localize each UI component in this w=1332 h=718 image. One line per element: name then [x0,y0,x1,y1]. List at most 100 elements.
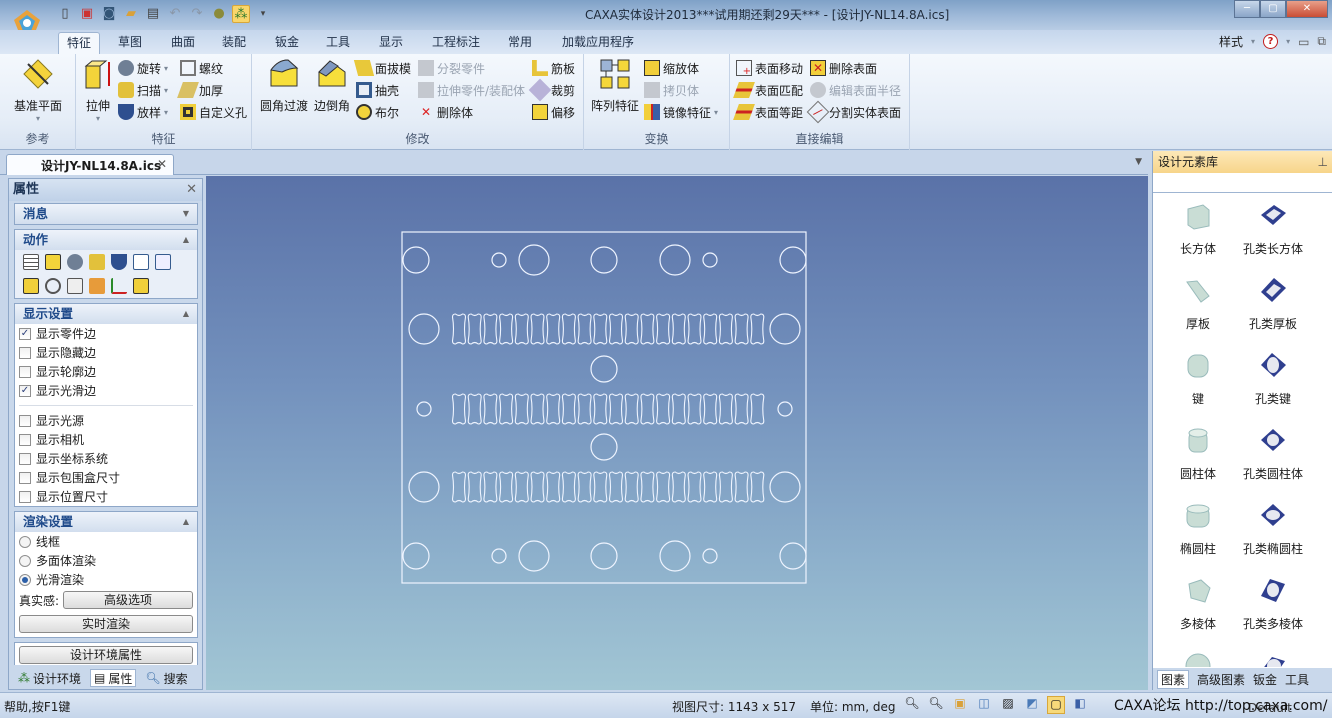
thread-button[interactable]: 螺纹 [180,58,223,78]
draft-face-button[interactable]: 面拔模 [353,58,411,78]
render-wireframe[interactable]: 线框 [15,532,197,551]
hole-action-icon[interactable] [23,278,39,294]
option-show-smooth-edges[interactable]: ✓ 显示光滑边 [15,381,197,400]
curve-icon[interactable] [155,254,171,270]
checkbox[interactable]: ✓ [19,327,31,340]
section-message-header[interactable]: 消息 ▼ [15,204,197,224]
section-render-header[interactable]: 渲染设置 ▲ [15,512,197,532]
checkbox[interactable] [19,490,31,503]
help-icon[interactable]: ? [1263,34,1279,49]
edit-sketch-icon[interactable] [133,254,149,270]
tab-display[interactable]: 显示 [371,32,411,54]
tab-sketch[interactable]: 草图 [110,32,150,54]
chamfer-button[interactable]: 边倒角 [312,58,352,114]
checkbox[interactable] [19,365,31,378]
tab-sheet-metal[interactable]: 钣金 [1253,671,1277,688]
table-icon[interactable] [67,278,83,294]
view-cube-icon[interactable]: ◫ [975,696,993,714]
tab-annotation[interactable]: 工程标注 [424,32,488,54]
split-face-button[interactable]: / 分割实体表面 [806,100,901,124]
orientation-icon[interactable]: ▣ [951,696,969,714]
tab-advanced-primitives[interactable]: 高级图素 [1197,671,1245,688]
library-item-hole-box[interactable]: 孔类长方体 [1228,201,1318,257]
thicken-button[interactable]: 加厚 [177,80,223,100]
library-item-hole-key[interactable]: 孔类键 [1228,351,1318,407]
tab-primitives[interactable]: 图素 [1157,669,1190,689]
library-item-hole-elliptic-cylinder[interactable]: 孔类椭圆柱 [1228,501,1318,557]
extrude-action-icon[interactable] [45,254,61,270]
checkbox[interactable] [19,471,31,484]
checkbox[interactable] [19,433,31,446]
shading-icon[interactable]: ◧ [1071,696,1089,714]
new-design-icon[interactable]: ◙ [100,5,118,23]
library-item-hole-prism[interactable]: 孔类多棱体 [1228,576,1318,632]
trim-button[interactable]: 裁剪 [528,78,575,102]
boolean-button[interactable]: 布尔 [356,102,399,122]
parts-icon[interactable] [89,278,105,294]
3d-viewport[interactable] [206,176,1148,690]
option-show-part-edges[interactable]: ✓ 显示零件边 [15,324,197,343]
tab-assembly[interactable]: 装配 [214,32,254,54]
save-icon[interactable]: ▤ [144,5,162,23]
ribbon-minimize-icon[interactable]: ▭ [1298,35,1309,49]
tools-icon[interactable]: ● [210,5,228,23]
pattern-button[interactable]: 阵列特征 [590,58,640,114]
section-actions-header[interactable]: 动作 ▲ [15,230,197,250]
option-show-position-dimensions[interactable]: 显示位置尺寸 [15,487,197,506]
style-dropdown-icon[interactable]: ▾ [1251,37,1255,46]
tab-addins[interactable]: 加载应用程序 [554,32,642,54]
radio-button[interactable] [19,535,31,548]
design-tree-icon[interactable]: ⁂ [232,5,250,23]
new-icon[interactable]: ▯ [56,5,74,23]
option-show-lights[interactable]: 显示光源 [15,411,197,430]
tab-properties[interactable]: ▤ 属性 [90,669,137,687]
copy-body-button[interactable]: 拷贝体 [644,80,699,100]
extrude-part-button[interactable]: 拉伸零件/装配体 [418,80,525,100]
tab-feature[interactable]: 特征 [58,32,101,54]
library-item-hole-sphere[interactable] [1228,651,1318,667]
loft-button[interactable]: 放样 ▾ [118,102,168,122]
tab-common[interactable]: 常用 [500,32,540,54]
render-faceted[interactable]: 多面体渲染 [15,551,197,570]
option-show-silhouette-edges[interactable]: 显示轮廓边 [15,362,197,381]
new-drawing-icon[interactable]: ▣ [78,5,96,23]
offset-face-button[interactable]: 表面等距 [733,102,803,122]
option-show-bounding-box[interactable]: 显示包围盒尺寸 [15,468,197,487]
qat-dropdown-icon[interactable]: ▾ [254,5,272,23]
scale-body-button[interactable]: 缩放体 [644,58,699,78]
option-show-coordinate-system[interactable]: 显示坐标系统 [15,449,197,468]
maximize-button[interactable]: ▢ [1260,0,1286,18]
tab-search[interactable]: 🔍︎ 搜索 [142,669,190,687]
camera-icon[interactable]: ▨ [999,696,1017,714]
radio-button[interactable] [19,573,31,586]
delete-body-button[interactable]: ✕ 删除体 [418,102,473,122]
datum-plane-button[interactable]: 基准平面 ▾ [8,58,68,123]
loft-action-icon[interactable] [111,254,127,270]
close-panel-icon[interactable]: ✕ [186,179,197,201]
help-dropdown-icon[interactable]: ▾ [1286,37,1290,46]
properties-list-icon[interactable] [23,254,39,270]
option-show-camera[interactable]: 显示相机 [15,430,197,449]
option-show-hidden-edges[interactable]: 显示隐藏边 [15,343,197,362]
redo-icon[interactable]: ↷ [188,5,206,23]
radio-button[interactable] [19,554,31,567]
sweep-action-icon[interactable] [89,254,105,270]
zoom-extent-icon[interactable]: 🔍︎ [903,696,921,714]
match-face-button[interactable]: 表面匹配 [733,80,803,100]
library-filter-bar[interactable] [1153,173,1332,193]
tab-surface[interactable]: 曲面 [163,32,203,54]
style-menu[interactable]: 样式 [1219,33,1243,50]
checkbox[interactable]: ✓ [19,384,31,397]
open-icon[interactable]: ▰ [122,5,140,23]
checkbox[interactable] [19,346,31,359]
realtime-render-button[interactable]: 实时渲染 [19,615,193,633]
rib-button[interactable]: 筋板 [532,58,575,78]
fillet-button[interactable]: 圆角过渡 [258,58,310,114]
library-item-hole-cylinder[interactable]: 孔类圆柱体 [1228,426,1318,482]
advanced-options-button[interactable]: 高级选项 [63,591,193,609]
display-mode-icon[interactable]: ▢ [1047,696,1065,714]
tab-library-tools[interactable]: 工具 [1285,671,1309,688]
tab-tools[interactable]: 工具 [318,32,358,54]
revolve-action-icon[interactable] [67,254,83,270]
close-button[interactable]: ✕ [1286,0,1328,18]
